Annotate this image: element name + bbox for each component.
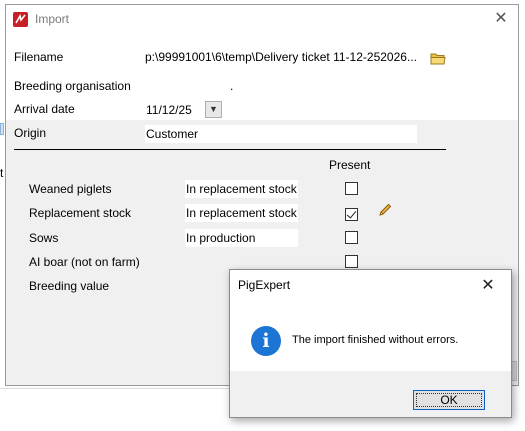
chevron-down-icon[interactable]: ▼	[205, 101, 222, 118]
information-icon: i	[251, 326, 281, 356]
row-label-weaned-piglets: Weaned piglets	[29, 182, 112, 196]
row-label-breeding-value: Breeding value	[29, 279, 110, 293]
present-column-header: Present	[329, 158, 371, 172]
import-titlebar[interactable]: Import ✕	[6, 5, 518, 34]
close-icon[interactable]: ✕	[477, 275, 499, 297]
present-checkbox-replacement-stock[interactable]	[345, 208, 358, 221]
pigexpert-app-icon	[13, 12, 28, 27]
folder-icon[interactable]	[430, 52, 446, 68]
row-label-replacement-stock: Replacement stock	[29, 206, 132, 220]
origin-field[interactable]: Customer	[145, 125, 417, 143]
dialog-message: The import finished without errors.	[292, 334, 459, 346]
row-value-sows[interactable]: In production	[185, 229, 298, 247]
row-value-replacement-stock[interactable]: In replacement stock	[185, 204, 298, 222]
pigexpert-message-dialog: PigExpert ✕ i The import finished withou…	[229, 269, 512, 418]
pencil-icon[interactable]	[377, 202, 393, 221]
arrival-date-label: Arrival date	[14, 102, 75, 116]
present-checkbox-weaned-piglets[interactable]	[345, 182, 358, 195]
breeding-organisation-label: Breeding organisation	[14, 79, 131, 93]
filename-field[interactable]: p:\99991001\6\temp\Delivery ticket 11-12…	[144, 48, 426, 66]
breeding-organisation-suffix: .	[230, 79, 234, 93]
origin-label: Origin	[14, 126, 47, 140]
close-icon[interactable]: ✕	[490, 8, 512, 30]
filename-label: Filename	[14, 50, 64, 64]
section-divider	[14, 149, 446, 150]
present-checkbox-ai-boar[interactable]	[345, 255, 358, 268]
background-window-text: t	[0, 166, 4, 180]
breeding-organisation-field[interactable]	[145, 78, 221, 96]
row-value-weaned-piglets[interactable]: In replacement stock	[185, 180, 298, 198]
ok-button[interactable]: OK	[413, 390, 485, 410]
background-window-edge	[0, 123, 4, 135]
window-title: Import	[35, 12, 70, 26]
dialog-title: PigExpert	[238, 278, 291, 292]
present-checkbox-sows[interactable]	[345, 231, 358, 244]
row-label-ai-boar: AI boar (not on farm)	[29, 255, 140, 269]
arrival-date-field[interactable]: 11/12/25	[145, 101, 203, 119]
import-header-area	[6, 34, 518, 120]
row-label-sows: Sows	[29, 231, 59, 245]
